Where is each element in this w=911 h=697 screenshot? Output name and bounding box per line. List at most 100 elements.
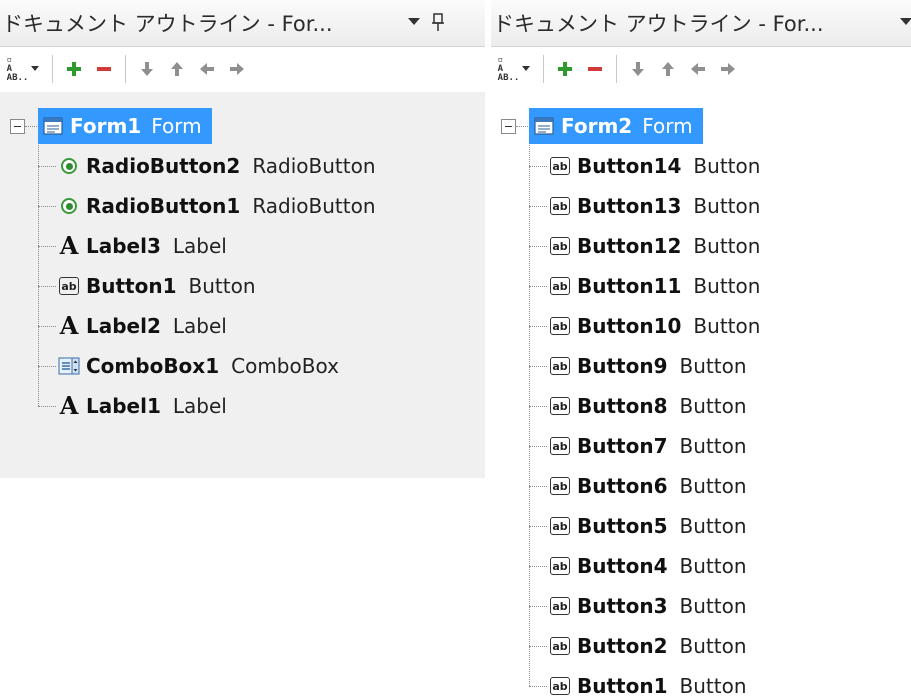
tree-node[interactable]: ab Button14 Button [529,146,760,186]
node-name: Button14 [577,154,682,178]
label-icon: A [59,231,79,260]
node-type: Button [679,474,747,498]
document-outline-panel-left: ドキュメント アウトライン - For... ▫ A AB.. Form1 Fo… [0,0,485,697]
tree-node[interactable]: ab Button7 Button [529,426,747,466]
tree-node[interactable]: A Label3 Label [38,226,227,266]
tree-connector [529,286,547,287]
node-name: Button13 [577,194,682,218]
tree-node[interactable]: ab Button10 Button [529,306,760,346]
label-icon: A [59,391,79,420]
tree-node[interactable]: ab Button4 Button [529,546,747,586]
combobox-icon [58,355,80,377]
tree-connector [529,206,547,207]
toolbar-separator [543,55,544,83]
tree-node[interactable]: ab Button1 Button [529,666,747,697]
tree-node[interactable]: ab Button9 Button [529,346,747,386]
selected-node[interactable]: Form1 Form [38,108,212,144]
node-name: Label2 [86,314,161,338]
node-name: Button12 [577,234,682,258]
node-name: ComboBox1 [86,354,220,378]
node-name: Button8 [577,394,668,418]
dropdown-arrow-icon[interactable] [403,10,425,34]
toolbar-separator [52,55,53,83]
toolbar-separator [616,55,617,83]
node-type: Button [188,274,256,298]
dropdown-arrow-icon[interactable] [895,10,911,34]
tree-node[interactable]: A Label2 Label [38,306,227,346]
arrow-right-icon[interactable] [222,54,252,84]
plus-icon[interactable] [550,54,580,84]
button-icon: ab [549,275,571,297]
tree-connector [529,446,547,447]
selected-node[interactable]: Form2 Form [529,108,703,144]
tree-node[interactable]: ab Button2 Button [529,626,747,666]
node-name: Button11 [577,274,682,298]
node-type: Button [679,434,747,458]
outline-toolbar: ▫ A AB.. [491,47,911,91]
node-type: Button [679,514,747,538]
node-name: Button1 [577,674,668,697]
tree-node[interactable]: ab Button5 Button [529,506,747,546]
arrow-left-icon[interactable] [192,54,222,84]
tree-node[interactable]: A Label1 Label [38,386,227,426]
tree-connector [529,646,547,647]
node-type: Form [151,114,202,138]
form-icon [533,115,555,137]
node-type: Button [679,594,747,618]
tree-node[interactable]: ComboBox1 ComboBox [38,346,339,386]
arrow-down-icon[interactable] [623,54,653,84]
arrow-up-icon[interactable] [162,54,192,84]
tree-node[interactable]: ab Button8 Button [529,386,747,426]
node-type: RadioButton [252,194,376,218]
button-icon: ab [549,195,571,217]
panel-title: ドキュメント アウトライン - For... [2,12,333,36]
tree-node[interactable]: ab Button1 Button [38,266,256,306]
tree-node[interactable]: ab Button11 Button [529,266,760,306]
minus-icon[interactable] [580,54,610,84]
arrow-left-icon[interactable] [683,54,713,84]
tree-node[interactable]: ab Button3 Button [529,586,747,626]
tree-node[interactable]: ab Button13 Button [529,186,760,226]
arrow-down-icon[interactable] [132,54,162,84]
sort-by-text-icon[interactable]: ▫ A AB.. [0,54,46,84]
arrow-up-icon[interactable] [653,54,683,84]
tree-connector [529,326,547,327]
tree-connector [529,486,547,487]
node-name: Label3 [86,234,161,258]
node-type: Button [679,394,747,418]
radio-button-icon [58,195,80,217]
node-name: Button2 [577,634,668,658]
collapse-icon[interactable] [501,119,516,134]
tree-node[interactable]: ab Button6 Button [529,466,747,506]
node-type: ComboBox [231,354,339,378]
tree-connector [529,406,547,407]
tree-connector [516,126,528,127]
node-type: Form [642,114,693,138]
tree-node[interactable]: ab Button12 Button [529,226,760,266]
tree-connector [529,366,547,367]
arrow-right-icon[interactable] [713,54,743,84]
pin-icon[interactable] [427,10,449,34]
node-name: Button4 [577,554,668,578]
tree-connector [38,206,56,207]
node-name: Button9 [577,354,668,378]
node-type: Label [172,394,227,418]
node-type: Button [693,194,761,218]
tree-node[interactable]: RadioButton2 RadioButton [38,146,376,186]
node-type: Button [693,234,761,258]
panel-title: ドキュメント アウトライン - For... [493,12,824,36]
tree-connector [529,246,547,247]
node-name: Button7 [577,434,668,458]
button-icon: ab [549,555,571,577]
node-name: Button6 [577,474,668,498]
node-name: Button3 [577,594,668,618]
tree-node[interactable]: RadioButton1 RadioButton [38,186,376,226]
tree-connector [38,326,56,327]
minus-icon[interactable] [89,54,119,84]
sort-by-text-icon[interactable]: ▫ A AB.. [491,54,537,84]
plus-icon[interactable] [59,54,89,84]
toolbar-separator [125,55,126,83]
tree-connector [529,566,547,567]
collapse-icon[interactable] [10,119,25,134]
label-icon: A [59,311,79,340]
